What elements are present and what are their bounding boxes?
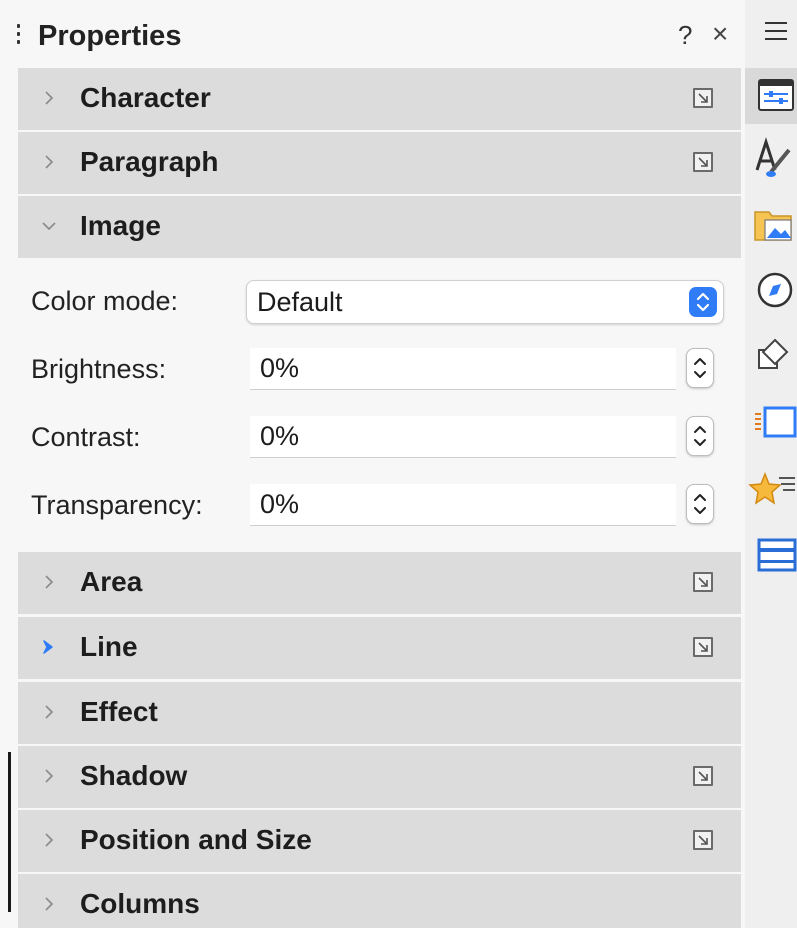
section-columns[interactable]: Columns [18, 874, 741, 928]
tab-properties[interactable] [745, 68, 797, 124]
section-position-and-size[interactable]: Position and Size [18, 810, 741, 872]
star-icon [748, 471, 795, 505]
page-icon [755, 406, 797, 438]
transparency-label: Transparency: [31, 490, 203, 520]
tab-gallery[interactable] [745, 196, 797, 252]
chevron-right-icon [45, 575, 54, 589]
gallery-icon [754, 211, 792, 241]
section-image[interactable]: Image [18, 196, 741, 258]
master-slides-icon [757, 538, 797, 572]
shapes-icon [758, 338, 789, 369]
contrast-label: Contrast: [31, 422, 141, 452]
properties-icon [758, 79, 794, 111]
tab-master-slides[interactable] [745, 526, 797, 582]
menu-icon[interactable] [765, 22, 787, 46]
brightness-label: Brightness: [31, 354, 167, 384]
transparency-value: 0% [260, 489, 300, 519]
chevron-right-icon [45, 91, 54, 105]
section-line[interactable]: Line [18, 617, 741, 679]
section-label: Effect [80, 696, 158, 727]
panel-title: Properties [38, 20, 182, 52]
section-label: Area [80, 566, 143, 597]
chevron-right-icon [45, 705, 54, 719]
section-label: Character [80, 82, 211, 113]
more-options-icon[interactable] [693, 88, 713, 108]
tab-shapes[interactable] [745, 328, 797, 384]
chevron-down-icon [42, 222, 56, 231]
chevron-right-icon [45, 155, 54, 169]
drag-handle-icon[interactable] [16, 24, 22, 52]
close-button[interactable]: × [712, 18, 728, 50]
section-paragraph[interactable]: Paragraph [18, 132, 741, 194]
color-mode-select[interactable]: Default [246, 280, 724, 324]
more-options-icon[interactable] [693, 637, 713, 657]
more-options-icon[interactable] [693, 766, 713, 786]
section-character[interactable]: Character [18, 68, 741, 130]
section-label: Line [80, 631, 138, 662]
image-section-body: Color mode: Default Brightness: 0% Contr… [18, 262, 741, 552]
tab-page[interactable] [745, 394, 797, 450]
section-label: Image [80, 210, 161, 241]
properties-panel: Properties ? × Character Paragraph Image… [0, 0, 745, 928]
color-mode-label: Color mode: [31, 286, 179, 316]
color-mode-value: Default [257, 287, 343, 317]
section-label: Shadow [80, 760, 188, 791]
chevron-right-icon [45, 833, 54, 847]
styles-icon [755, 137, 791, 177]
sidebar-tab-bar [745, 0, 797, 928]
section-label: Paragraph [80, 146, 219, 177]
transparency-stepper[interactable] [686, 484, 714, 524]
select-arrows-icon [689, 287, 717, 317]
brightness-stepper[interactable] [686, 348, 714, 388]
navigator-icon [757, 272, 793, 308]
tab-style-inspector[interactable] [745, 460, 797, 516]
help-button[interactable]: ? [678, 20, 692, 51]
tab-styles[interactable] [745, 130, 797, 186]
contrast-value: 0% [260, 421, 300, 451]
window-edge-divider [8, 752, 11, 912]
section-shadow[interactable]: Shadow [18, 746, 741, 808]
chevron-right-icon [45, 769, 54, 783]
more-options-icon[interactable] [693, 572, 713, 592]
brightness-input[interactable]: 0% [250, 348, 676, 390]
chevron-right-icon [45, 897, 54, 911]
chevron-right-icon [43, 640, 53, 654]
tab-navigator[interactable] [745, 262, 797, 318]
section-effect[interactable]: Effect [18, 682, 741, 744]
section-area[interactable]: Area [18, 552, 741, 614]
section-label: Position and Size [80, 824, 312, 855]
more-options-icon[interactable] [693, 152, 713, 172]
contrast-stepper[interactable] [686, 416, 714, 456]
panel-titlebar: Properties ? × [0, 10, 745, 62]
more-options-icon[interactable] [693, 830, 713, 850]
contrast-input[interactable]: 0% [250, 416, 676, 458]
brightness-value: 0% [260, 353, 300, 383]
section-label: Columns [80, 888, 200, 919]
transparency-input[interactable]: 0% [250, 484, 676, 526]
